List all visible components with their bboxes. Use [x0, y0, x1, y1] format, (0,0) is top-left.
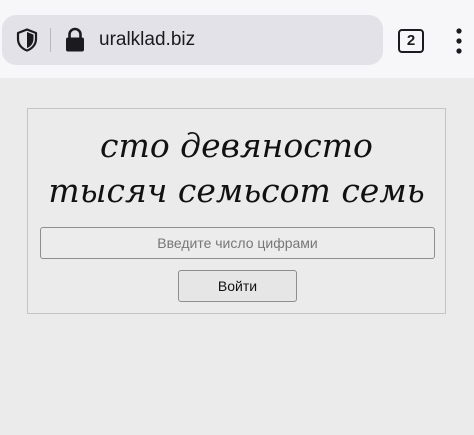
captcha-form: сто девяносто тысяч семьсот семь Войти	[27, 108, 446, 314]
captcha-answer-input[interactable]	[40, 227, 435, 259]
captcha-line-1: сто девяносто	[100, 126, 373, 165]
tab-count-button[interactable]: 2	[398, 29, 424, 53]
login-button[interactable]: Войти	[178, 270, 297, 302]
browser-toolbar: uralklad.biz 2	[0, 0, 474, 78]
shield-icon[interactable]	[16, 28, 38, 52]
captcha-challenge-text: сто девяносто тысяч семьсот семь	[28, 123, 445, 213]
address-divider	[50, 28, 51, 52]
more-vertical-icon[interactable]	[451, 27, 467, 55]
address-bar[interactable]: uralklad.biz	[2, 15, 383, 65]
captcha-line-2: тысяч семьсот семь	[48, 171, 425, 210]
lock-icon[interactable]	[64, 27, 86, 53]
url-text[interactable]: uralklad.biz	[99, 27, 195, 53]
